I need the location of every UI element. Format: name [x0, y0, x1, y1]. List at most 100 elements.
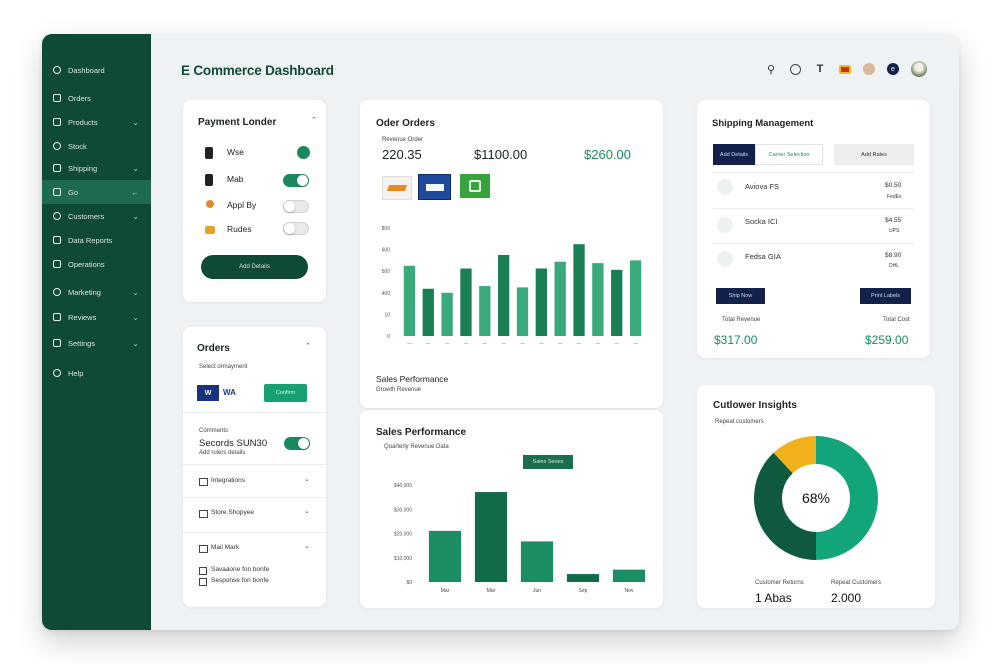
chevron-down-icon[interactable]: ⌄ [304, 475, 310, 483]
divider [183, 497, 326, 498]
x-tick-label: — [520, 341, 525, 346]
bar [554, 261, 566, 336]
sidebar-item-customers[interactable]: Customers ⌄ [42, 204, 151, 228]
chevron-down-icon[interactable]: ⌄ [304, 507, 310, 515]
sidebar-item-marketing[interactable]: Marketing ⌄ [42, 280, 151, 304]
divider [713, 208, 914, 209]
confirm-button[interactable]: Confirm [264, 384, 307, 402]
user-avatar-icon[interactable] [863, 63, 875, 75]
collapse-icon[interactable]: ⌃ [311, 116, 317, 124]
sales-performance-label: Sales Performance [376, 374, 449, 384]
sidebar-item-go[interactable]: Go ← [42, 180, 151, 204]
search-icon[interactable]: ⚲ [764, 62, 778, 76]
shipping-tab[interactable]: Carrier Selection [755, 144, 823, 165]
shipping-row-amount: $4.55 [885, 217, 902, 224]
bar [441, 292, 453, 336]
x-tick-label: — [614, 341, 619, 346]
sidebar-item-label: Marketing [68, 287, 101, 297]
text-icon[interactable]: T [813, 62, 827, 76]
sidebar-item-settings[interactable]: Settings ⌄ [42, 331, 151, 355]
y-tick-label: $0 [406, 580, 412, 586]
x-tick-label: Mar [487, 588, 496, 594]
x-tick-label: Nov [625, 588, 634, 594]
orders-toggle[interactable] [284, 437, 310, 450]
shipping-tab[interactable]: Add Rates [834, 144, 914, 165]
sidebar-item-dashboard[interactable]: Dashboard [42, 58, 151, 82]
sidebar-item-stock[interactable]: Stock [42, 134, 151, 158]
carrier-icon [717, 251, 733, 267]
sidebar-item-label: Help [68, 368, 84, 378]
sidebar-item-shipping[interactable]: Shipping ⌄ [42, 156, 151, 180]
shipping-card: Shipping Management Add Details Carrier … [697, 100, 930, 358]
y-tick-label: 800 [382, 226, 391, 232]
x-tick-label: Sep [579, 588, 588, 594]
account-icon[interactable]: e [887, 63, 899, 75]
shipping-row-amount: $8.90 [885, 252, 902, 259]
card-icon [205, 174, 213, 186]
donut-slice [754, 452, 816, 560]
bar [474, 492, 508, 582]
payment-toggle[interactable] [283, 222, 309, 235]
chevron-down-icon[interactable]: ⌄ [304, 542, 310, 550]
sidebar-item-label: Products [68, 117, 98, 127]
sidebar-item-operations[interactable]: Operations [42, 252, 151, 276]
arrow-left-icon[interactable]: ← [131, 188, 139, 197]
sidebar-item-data-reports[interactable]: Data Reports [42, 228, 151, 252]
sidebar-item-label: Operations [68, 259, 105, 269]
add-details-button[interactable]: Add Details [201, 255, 308, 279]
sidebar-item-orders[interactable]: Orders [42, 86, 151, 110]
checkbox-icon[interactable] [199, 578, 207, 586]
bar [460, 268, 472, 336]
x-tick-label: — [426, 341, 431, 346]
x-tick-label: — [464, 341, 469, 346]
chevron-down-icon[interactable]: ⌄ [132, 313, 139, 322]
x-tick-label: Jun [533, 588, 541, 594]
payment-toggle[interactable] [283, 200, 309, 213]
sidebar-item-help[interactable]: Help [42, 361, 151, 385]
x-tick-label: — [483, 341, 488, 346]
checkbox-icon[interactable] [199, 567, 207, 575]
apple-pay-icon [206, 200, 214, 208]
collapse-icon[interactable]: ⌃ [305, 342, 311, 350]
chevron-down-icon[interactable]: ⌄ [132, 339, 139, 348]
card-brand-badge[interactable]: W [197, 385, 219, 401]
shipping-row-label: Socka ICI [745, 217, 778, 226]
sidebar-item-products[interactable]: Products ⌄ [42, 110, 151, 134]
sales-bar-chart: $40,000$30,000$20,000$10,000$0Mar10Mar10… [394, 483, 646, 594]
chevron-down-icon[interactable]: ⌄ [132, 212, 139, 221]
orders-row-label[interactable]: Store Shopyee [211, 509, 254, 516]
operations-icon [53, 260, 61, 268]
clock-icon[interactable] [790, 63, 801, 75]
payment-toggle[interactable] [283, 174, 309, 187]
orders-row-label[interactable]: Mail Mark [211, 544, 239, 551]
payment-toggle[interactable] [297, 146, 310, 159]
ship-now-button[interactable]: Ship Now [716, 288, 765, 304]
orders-subtitle: Select ormayment [199, 364, 248, 370]
rudes-icon [205, 226, 215, 234]
order-orders-title: Oder Orders [376, 118, 435, 129]
chevron-down-icon[interactable]: ⌄ [132, 288, 139, 297]
insight-stat-label: Customer Returns [755, 580, 804, 586]
flag-icon[interactable] [839, 64, 851, 74]
chevron-down-icon[interactable]: ⌄ [132, 164, 139, 173]
customer-insights-card: Cutlower Insights Repeat customers 68% C… [697, 385, 935, 608]
sidebar-item-reviews[interactable]: Reviews ⌄ [42, 305, 151, 329]
order-bar-chart: 800 600 500 400 10 0 — — — — — — — — — — — — — [382, 226, 642, 346]
sidebar: Dashboard Orders Products ⌄ Stock Shipping ⌄ Go… [42, 34, 151, 630]
integrations-icon [199, 478, 208, 486]
bar [611, 269, 623, 336]
carrier-icon [717, 217, 733, 233]
chevron-down-icon[interactable]: ⌄ [132, 118, 139, 127]
orders-row-label[interactable]: Integrations [211, 477, 245, 484]
x-tick-label: — [501, 341, 506, 346]
shipping-tab[interactable]: Add Details [713, 144, 755, 165]
reports-icon [53, 236, 61, 244]
print-labels-button[interactable]: Print Labels [860, 288, 911, 304]
store-icon [199, 510, 208, 518]
app-window: Dashboard Orders Products ⌄ Stock Shipping ⌄ Go… [42, 34, 959, 630]
sidebar-item-label: Stock [68, 141, 87, 151]
shipping-row-label: Fedsa GIA [745, 252, 781, 261]
bar [428, 530, 462, 582]
orders-card: Orders ⌃ Select ormayment W WA Confirm C… [183, 327, 326, 607]
profile-photo-icon[interactable] [911, 61, 927, 77]
